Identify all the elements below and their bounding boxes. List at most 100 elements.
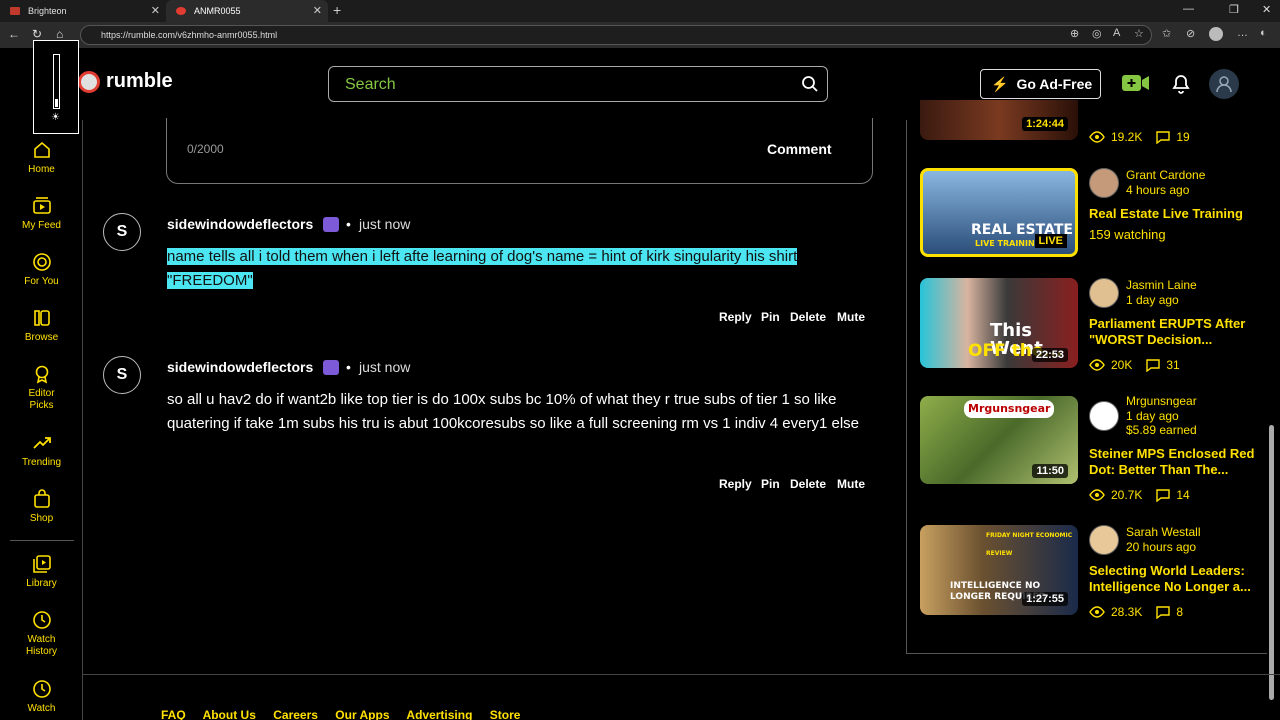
comment-submit-button[interactable]: Comment — [767, 141, 832, 157]
extensions-icon[interactable]: ⊘ — [1186, 27, 1195, 40]
video-title[interactable]: Steiner MPS Enclosed Red Dot: Better Tha… — [1089, 446, 1259, 478]
url-text: https://rumble.com/v6zhmho-anmr0055.html — [101, 30, 278, 40]
browser-tab-active[interactable]: ANMR0055 ✕ — [166, 0, 328, 22]
close-window-icon[interactable]: ✕ — [1262, 3, 1271, 16]
footer-link-faq[interactable]: FAQ — [161, 708, 186, 720]
video-title[interactable]: Selecting World Leaders: Intelligence No… — [1089, 563, 1259, 595]
upload-video-icon[interactable] — [1122, 73, 1149, 93]
restore-icon[interactable]: ❐ — [1229, 3, 1239, 16]
address-bar[interactable]: https://rumble.com/v6zhmho-anmr0055.html — [80, 25, 1152, 45]
favorite-star-icon[interactable]: ☆ — [1134, 27, 1144, 40]
minimize-icon[interactable]: — — [1183, 3, 1194, 15]
video-title[interactable]: Real Estate Live Training — [1089, 206, 1259, 222]
close-tab-icon[interactable]: ✕ — [313, 4, 322, 17]
rumble-logo[interactable]: rumble — [78, 70, 173, 93]
character-counter: 0/2000 — [187, 142, 224, 156]
upload-age: 4 hours ago — [1126, 183, 1190, 197]
new-tab-icon[interactable]: + — [333, 2, 341, 18]
home-icon — [33, 141, 50, 158]
notifications-bell-icon[interactable] — [1169, 71, 1193, 95]
video-thumbnail[interactable]: Mrgunsngear 11:50 — [920, 396, 1078, 484]
sidebar-item-editor-picks[interactable]: Editor Picks — [0, 364, 83, 412]
pin-button[interactable]: Pin — [761, 477, 780, 491]
copilot-icon[interactable]: ◐ — [1260, 27, 1267, 39]
sidebar-item-watch[interactable]: Watch — [0, 679, 83, 715]
footer-link-apps[interactable]: Our Apps — [335, 708, 389, 720]
sidebar-item-watch-history[interactable]: Watch History — [0, 610, 83, 658]
search-input[interactable]: Search — [328, 66, 828, 102]
reply-button[interactable]: Reply — [719, 477, 752, 491]
video-thumbnail[interactable]: This Went OFF the... 22:53 — [920, 278, 1078, 368]
go-ad-free-button[interactable]: ⚡ Go Ad-Free — [980, 69, 1101, 99]
close-tab-icon[interactable]: ✕ — [151, 4, 160, 17]
sidebar-item-browse[interactable]: Browse — [0, 308, 83, 344]
mute-button[interactable]: Mute — [837, 310, 865, 324]
channel-avatar[interactable] — [1089, 401, 1119, 431]
home-browser-icon[interactable]: ⌂ — [56, 27, 63, 41]
sidebar-item-label: My Feed — [22, 220, 61, 231]
sidebar-item-trending[interactable]: Trending — [0, 433, 83, 469]
library-icon — [33, 310, 50, 326]
sidebar-item-label: Shop — [29, 513, 54, 524]
left-sidebar: Home My Feed For You Browse Editor Picks… — [0, 120, 83, 720]
comments-bubble-icon — [1156, 488, 1171, 502]
channel-name[interactable]: Jasmin Laine — [1126, 278, 1197, 292]
back-icon[interactable]: ← — [8, 27, 20, 41]
reply-button[interactable]: Reply — [719, 310, 752, 324]
more-icon[interactable]: … — [1237, 27, 1248, 39]
delete-button[interactable]: Delete — [790, 477, 826, 491]
footer-link-advertising[interactable]: Advertising — [406, 708, 472, 720]
refresh-icon[interactable]: ↻ — [32, 27, 42, 41]
pin-button[interactable]: Pin — [761, 310, 780, 324]
sidebar-item-library[interactable]: Library — [0, 554, 83, 590]
commenter-avatar[interactable]: S — [103, 213, 141, 251]
commenter-avatar[interactable]: S — [103, 356, 141, 394]
browser-profile-icon[interactable] — [1209, 27, 1223, 41]
zoom-icon[interactable]: ⊕ — [1070, 27, 1079, 40]
thumbnail-text: FRIDAY NIGHT ECONOMIC REVIEW — [986, 532, 1073, 557]
brighteon-favicon-icon — [10, 7, 20, 15]
channel-name[interactable]: Sarah Westall — [1126, 525, 1200, 539]
video-stats: 19.2K 19 — [1089, 130, 1190, 144]
channel-avatar[interactable] — [1089, 168, 1119, 198]
selected-text: name tells all i told them when i left a… — [167, 248, 798, 289]
channel-avatar[interactable] — [1089, 278, 1119, 308]
comments-bubble-icon — [1156, 605, 1171, 619]
video-title[interactable]: Parliament ERUPTS After "WORST Decision.… — [1089, 316, 1259, 348]
mute-button[interactable]: Mute — [837, 477, 865, 491]
footer-link-about[interactable]: About Us — [203, 708, 256, 720]
footer-link-careers[interactable]: Careers — [273, 708, 318, 720]
comment-username[interactable]: sidewindowdeflectors — [167, 216, 313, 232]
comments-bubble-icon — [1146, 358, 1161, 372]
sidebar-item-shop[interactable]: Shop — [0, 489, 83, 525]
video-thumbnail[interactable]: REAL ESTATE LIVE TRAINING LIVE — [920, 168, 1078, 257]
read-aloud-icon[interactable]: A — [1113, 27, 1120, 39]
video-thumbnail[interactable]: FRIDAY NIGHT ECONOMIC REVIEW INTELLIGENC… — [920, 525, 1078, 615]
search-icon[interactable] — [801, 75, 819, 93]
logo-text: rumble — [106, 70, 173, 92]
sidebar-item-my-feed[interactable]: My Feed — [0, 196, 83, 232]
footer-link-store[interactable]: Store — [490, 708, 521, 720]
channel-avatar[interactable] — [1089, 525, 1119, 555]
separator-dot: • — [346, 216, 351, 232]
brightness-overlay[interactable]: ☀ — [33, 40, 79, 134]
channel-name[interactable]: Mrgunsngear — [1126, 394, 1197, 408]
tracking-icon[interactable]: ◎ — [1092, 27, 1102, 40]
browser-tab-brighteon[interactable]: Brighteon ✕ — [0, 0, 166, 22]
duration-badge: 22:53 — [1031, 348, 1068, 362]
brightness-slider[interactable] — [53, 54, 60, 109]
sidebar-item-for-you[interactable]: For You — [0, 252, 83, 288]
page-scrollbar[interactable] — [1269, 425, 1274, 700]
clock-icon — [32, 680, 51, 698]
favorites-icon[interactable]: ✩ — [1162, 27, 1171, 40]
comment-username[interactable]: sidewindowdeflectors — [167, 359, 313, 375]
user-avatar-icon[interactable] — [1209, 69, 1239, 99]
history-icon — [32, 611, 51, 629]
delete-button[interactable]: Delete — [790, 310, 826, 324]
comments-bubble-icon — [1156, 130, 1171, 144]
video-thumbnail[interactable]: 1:24:44 — [920, 100, 1078, 140]
play-list-icon — [32, 555, 51, 573]
upload-age: 20 hours ago — [1126, 540, 1197, 554]
sidebar-item-home[interactable]: Home — [0, 140, 83, 176]
channel-name[interactable]: Grant Cardone — [1126, 168, 1205, 182]
